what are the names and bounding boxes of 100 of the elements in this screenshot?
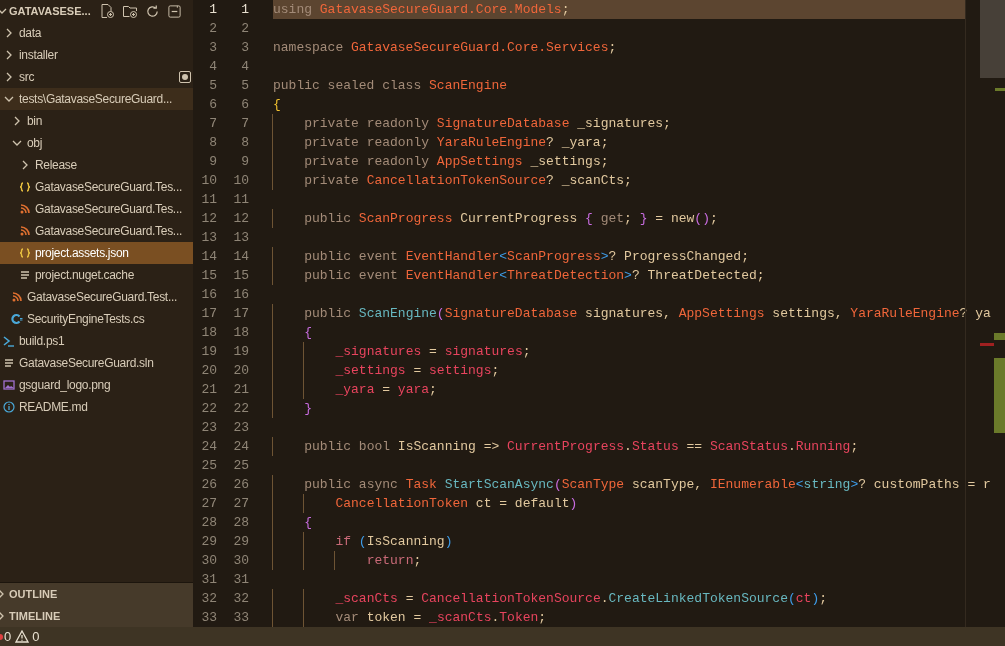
line-number: 31 — [232, 570, 249, 589]
refresh-icon[interactable] — [144, 3, 160, 19]
tree-item[interactable]: GatavaseSecureGuard.sln — [0, 352, 193, 374]
code-line: _signatures = signatures; — [273, 342, 531, 361]
tree-item[interactable]: GatavaseSecureGuard.Tes... — [0, 176, 193, 198]
line-number: 16 — [232, 285, 249, 304]
panel-header[interactable]: OUTLINE — [0, 583, 193, 605]
line-number: 20 — [232, 361, 249, 380]
new-file-icon[interactable] — [98, 3, 115, 19]
tree-item[interactable]: SecurityEngineTests.cs — [0, 308, 193, 330]
tree-item[interactable]: GatavaseSecureGuard.Tes... — [0, 198, 193, 220]
code-line: if (IsScanning) — [273, 532, 453, 551]
error-count[interactable]: 0 — [4, 626, 12, 646]
chevron-icon[interactable] — [0, 6, 7, 16]
file-name: GatavaseSecureGuard.Tes... — [35, 179, 182, 195]
line-number: 20 — [200, 361, 217, 380]
explorer-title: GATAVASESE... — [9, 3, 91, 19]
panel-header[interactable]: TIMELINE — [0, 605, 193, 627]
lines-icon — [19, 269, 31, 281]
line-number: 28 — [200, 513, 217, 532]
line-number: 14 — [232, 247, 249, 266]
line-number: 12 — [232, 209, 249, 228]
line-number: 17 — [232, 304, 249, 323]
line-number: 10 — [232, 171, 249, 190]
file-name: GatavaseSecureGuard.Tes... — [35, 223, 182, 239]
line-number: 27 — [200, 494, 217, 513]
line-number: 23 — [232, 418, 249, 437]
error-icon[interactable] — [0, 632, 3, 641]
code-line: { — [273, 513, 313, 532]
line-number: 10 — [200, 171, 217, 190]
line-number: 33 — [200, 608, 217, 627]
collapse-all-icon[interactable] — [166, 3, 182, 19]
line-number: 17 — [200, 304, 217, 323]
folder-name: src — [19, 69, 35, 85]
info-icon — [3, 401, 15, 413]
code-line: namespace GatavaseSecureGuard.Core.Services; — [273, 39, 617, 57]
code-line: return; — [273, 551, 422, 570]
line-number: 5 — [240, 76, 249, 95]
code-line: private readonly AppSettings _settings; — [273, 152, 609, 171]
line-number: 7 — [208, 114, 217, 133]
tree-item[interactable]: data — [0, 22, 193, 44]
tree-item[interactable]: obj — [0, 132, 193, 154]
line-number: 19 — [200, 342, 217, 361]
tree-item[interactable]: Release — [0, 154, 193, 176]
warning-count[interactable]: 0 — [32, 626, 40, 646]
line-number: 4 — [240, 57, 249, 76]
scrollbar-thumb[interactable] — [980, 0, 1005, 78]
line-number: 9 — [208, 152, 217, 171]
code-line: _yara = yara; — [273, 380, 437, 399]
change-marker — [994, 333, 1005, 340]
line-number: 16 — [200, 285, 217, 304]
tree-item[interactable]: build.ps1 — [0, 330, 193, 352]
code-line: public event EventHandler<ScanProgress>? ProgressChanged; — [273, 247, 749, 266]
new-folder-icon[interactable] — [121, 3, 138, 19]
line-number: 4 — [208, 57, 217, 76]
tree-item[interactable]: GatavaseSecureGuard.Tes... — [0, 220, 193, 242]
line-number: 24 — [232, 437, 249, 456]
line-number: 23 — [200, 418, 217, 437]
line-number: 21 — [232, 380, 249, 399]
code-line: public async Task StartScanAsync(ScanType scanType, IEnumerable<string>? customPaths = r — [273, 475, 991, 494]
code-line: _settings = settings; — [273, 361, 500, 380]
folder-name: bin — [27, 113, 43, 129]
tree-item[interactable]: README.md — [0, 396, 193, 418]
braces-icon — [19, 247, 31, 259]
line-number: 29 — [200, 532, 217, 551]
line-number: 30 — [200, 551, 217, 570]
tree-item[interactable]: tests\GatavaseSecureGuard... — [0, 88, 193, 110]
change-marker — [995, 88, 1005, 91]
line-number: 6 — [208, 95, 217, 114]
tree-item[interactable]: installer — [0, 44, 193, 66]
warning-icon[interactable] — [15, 630, 30, 643]
tree-item[interactable]: project.nuget.cache — [0, 264, 193, 286]
lines-icon — [3, 357, 15, 369]
line-number: 22 — [232, 399, 249, 418]
line-number: 14 — [200, 247, 217, 266]
line-number: 8 — [208, 133, 217, 152]
folder-name: Release — [35, 157, 77, 173]
code-line: private readonly YaraRuleEngine? _yara; — [273, 133, 609, 152]
line-number: 18 — [232, 323, 249, 342]
terminal-icon — [3, 335, 15, 347]
line-number: 33 — [232, 608, 249, 627]
code-line: public ScanProgress CurrentProgress { get; } = new(); — [273, 209, 718, 228]
image-icon — [3, 379, 15, 391]
file-name: GatavaseSecureGuard.sln — [19, 355, 154, 371]
tree-item[interactable]: gsguard_logo.png — [0, 374, 193, 396]
line-number: 13 — [200, 228, 217, 247]
tree-item[interactable]: GatavaseSecureGuard.Test... — [0, 286, 193, 308]
feed-icon — [11, 291, 23, 303]
code-line: _scanCts = CancellationTokenSource.CreateLinkedTokenSource(ct); — [273, 589, 827, 608]
file-name: SecurityEngineTests.cs — [27, 311, 145, 327]
tree-item[interactable]: project.assets.json — [0, 242, 193, 264]
code-line: private CancellationTokenSource? _scanCts; — [273, 171, 632, 190]
tree-item[interactable]: bin — [0, 110, 193, 132]
line-number: 3 — [240, 38, 249, 57]
line-number: 2 — [240, 19, 249, 38]
folder-name: obj — [27, 135, 43, 151]
line-number: 7 — [240, 114, 249, 133]
code-line: private readonly SignatureDatabase _signatures; — [273, 114, 671, 133]
tree-item[interactable]: src — [0, 66, 193, 88]
file-name: project.assets.json — [35, 245, 129, 261]
